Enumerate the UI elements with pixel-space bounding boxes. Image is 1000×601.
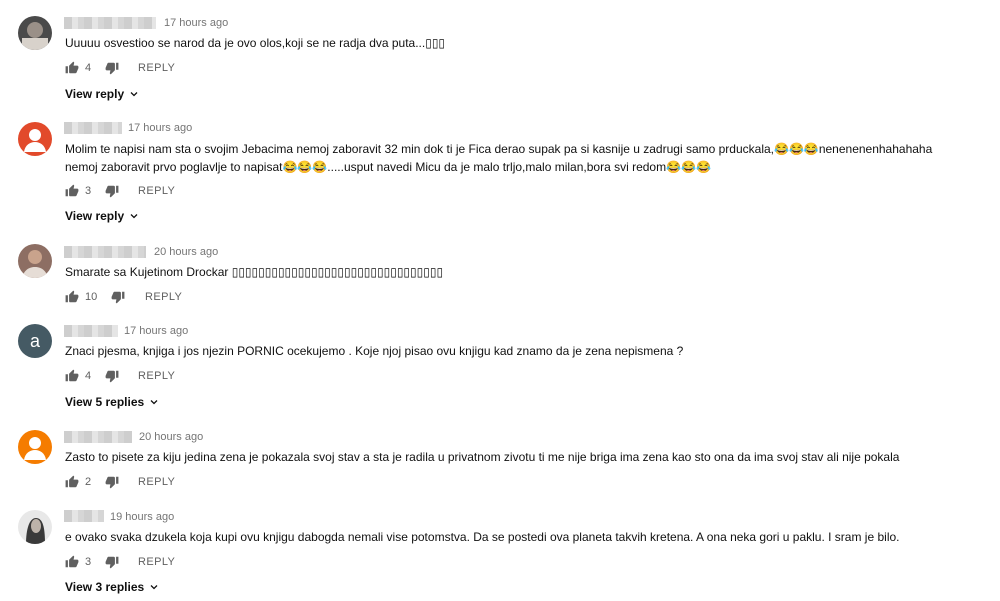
dislike-button[interactable] bbox=[105, 184, 119, 203]
reply-button[interactable]: REPLY bbox=[138, 185, 175, 197]
like-button[interactable] bbox=[65, 184, 79, 203]
comment-actions: 10 REPLY bbox=[65, 290, 265, 306]
thumbs-up-icon bbox=[65, 61, 79, 74]
comment-text: e ovako svaka dzukela koja kupi ovu knji… bbox=[65, 530, 900, 544]
view-replies-label: View 5 replies bbox=[65, 395, 145, 409]
avatar-letter: a bbox=[29, 331, 40, 351]
reply-button[interactable]: REPLY bbox=[145, 291, 182, 303]
thumbs-down-icon bbox=[111, 291, 125, 304]
comment-time[interactable]: 17 hours ago bbox=[124, 325, 188, 337]
like-button[interactable] bbox=[65, 369, 79, 388]
comment-text: Zasto to pisete za kiju jedina zena je p… bbox=[65, 450, 900, 464]
comment-actions: 3 REPLY bbox=[65, 184, 265, 200]
chevron-down-icon bbox=[130, 214, 138, 219]
thumbs-up-icon bbox=[65, 475, 79, 488]
comment-actions: 4 REPLY bbox=[65, 369, 265, 385]
avatar[interactable] bbox=[18, 16, 52, 50]
view-replies-button[interactable]: View 5 replies bbox=[65, 395, 160, 409]
comment-time[interactable]: 20 hours ago bbox=[154, 246, 218, 258]
thumbs-down-icon bbox=[105, 476, 119, 489]
chevron-down-icon bbox=[150, 400, 158, 405]
thumbs-up-icon bbox=[65, 290, 79, 303]
chevron-down-icon bbox=[150, 585, 158, 590]
like-button[interactable] bbox=[65, 555, 79, 574]
reply-button[interactable]: REPLY bbox=[138, 476, 175, 488]
comment-text: Smarate sa Kujetinom Drockar ▯▯▯▯▯▯▯▯▯▯▯… bbox=[65, 265, 444, 279]
comment-text: Uuuuu osvestioo se narod da je ovo olos,… bbox=[65, 36, 446, 50]
comment-time[interactable]: 19 hours ago bbox=[110, 511, 174, 523]
thumbs-down-icon bbox=[105, 556, 119, 569]
author-name[interactable] bbox=[64, 17, 156, 29]
reply-button[interactable]: REPLY bbox=[138, 370, 175, 382]
avatar[interactable] bbox=[18, 510, 52, 544]
comment-time[interactable]: 20 hours ago bbox=[139, 431, 203, 443]
author-name[interactable] bbox=[64, 122, 122, 134]
comment-text: Molim te napisi nam sta o svojim Jebacim… bbox=[65, 142, 933, 174]
view-replies-button[interactable]: View 3 replies bbox=[65, 580, 160, 594]
view-replies-label: View reply bbox=[65, 209, 125, 223]
dislike-button[interactable] bbox=[111, 290, 125, 309]
dislike-button[interactable] bbox=[105, 475, 119, 494]
comment-actions: 3 REPLY bbox=[65, 555, 265, 571]
reply-button[interactable]: REPLY bbox=[138, 62, 175, 74]
dislike-button[interactable] bbox=[105, 61, 119, 80]
thumbs-up-icon bbox=[65, 184, 79, 197]
comment-actions: 4 REPLY bbox=[65, 61, 265, 77]
like-count: 4 bbox=[85, 370, 92, 382]
comment-time[interactable]: 17 hours ago bbox=[164, 17, 228, 29]
dislike-button[interactable] bbox=[105, 369, 119, 388]
like-count: 2 bbox=[85, 476, 92, 488]
author-name[interactable] bbox=[64, 431, 132, 443]
author-name[interactable] bbox=[64, 510, 104, 522]
comment-time[interactable]: 17 hours ago bbox=[128, 122, 192, 134]
view-replies-button[interactable]: View reply bbox=[65, 209, 140, 223]
view-replies-button[interactable]: View reply bbox=[65, 87, 140, 101]
like-count: 3 bbox=[85, 185, 92, 197]
reply-button[interactable]: REPLY bbox=[138, 556, 175, 568]
thumbs-up-icon bbox=[65, 369, 79, 382]
like-button[interactable] bbox=[65, 475, 79, 494]
comment-text: Znaci pjesma, knjiga i jos njezin PORNIC… bbox=[65, 344, 684, 358]
thumbs-down-icon bbox=[105, 185, 119, 198]
avatar[interactable] bbox=[18, 122, 52, 156]
avatar[interactable] bbox=[18, 244, 52, 278]
author-name[interactable] bbox=[64, 325, 118, 337]
avatar[interactable]: a bbox=[18, 324, 52, 358]
like-count: 10 bbox=[85, 291, 98, 303]
like-count: 3 bbox=[85, 556, 92, 568]
thumbs-down-icon bbox=[105, 62, 119, 75]
thumbs-up-icon bbox=[65, 555, 79, 568]
view-replies-label: View reply bbox=[65, 87, 125, 101]
view-replies-label: View 3 replies bbox=[65, 580, 145, 594]
chevron-down-icon bbox=[130, 92, 138, 97]
avatar[interactable] bbox=[18, 430, 52, 464]
comment-actions: 2 REPLY bbox=[65, 475, 265, 491]
like-count: 4 bbox=[85, 62, 92, 74]
author-name[interactable] bbox=[64, 246, 146, 258]
like-button[interactable] bbox=[65, 61, 79, 80]
thumbs-down-icon bbox=[105, 370, 119, 383]
like-button[interactable] bbox=[65, 290, 79, 309]
dislike-button[interactable] bbox=[105, 555, 119, 574]
